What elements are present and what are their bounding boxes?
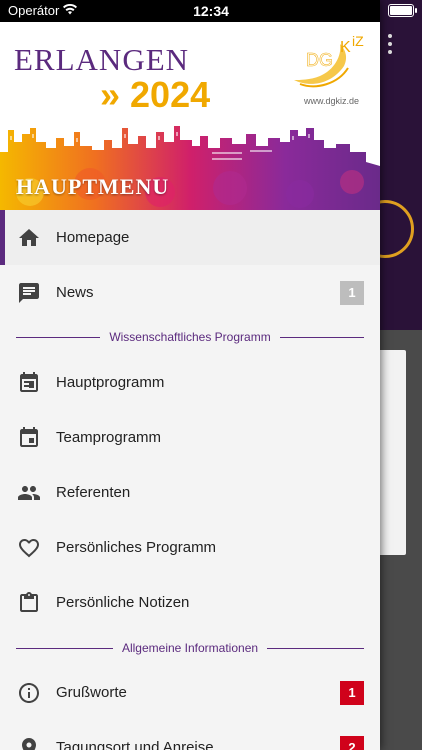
brand-title: ERLANGEN bbox=[14, 42, 190, 77]
logo-url: www.dgkiz.de bbox=[304, 96, 360, 106]
divider bbox=[16, 336, 101, 338]
menu-item-persoenliches-programm[interactable]: Persönliches Programm bbox=[0, 520, 380, 575]
menu-item-tagungsort[interactable]: Tagungsort und Anreise 2 bbox=[0, 720, 380, 750]
menu-title: HAUPTMENU bbox=[16, 174, 170, 199]
location-icon bbox=[22, 737, 36, 750]
menu-item-news[interactable]: News 1 bbox=[0, 265, 380, 320]
menu-item-label: Hauptprogramm bbox=[56, 374, 165, 391]
home-icon bbox=[19, 228, 39, 246]
calendar-icon bbox=[20, 371, 38, 392]
menu-item-label: Persönliche Notizen bbox=[56, 594, 190, 611]
clock: 12:34 bbox=[193, 3, 229, 19]
more-options-icon[interactable] bbox=[387, 34, 393, 54]
menu-item-homepage[interactable]: Homepage bbox=[0, 210, 380, 265]
menu-item-label: News bbox=[56, 284, 94, 301]
tagungsort-count-badge: 2 bbox=[340, 735, 364, 750]
menu-item-label: Teamprogramm bbox=[56, 429, 162, 446]
navigation-drawer: ERLANGEN » 2024 DG K iZ www.dgkiz.de HAU… bbox=[0, 0, 380, 750]
dgkiz-logo: DG K iZ bbox=[294, 33, 364, 88]
divider bbox=[279, 336, 365, 338]
svg-text:K: K bbox=[340, 39, 351, 56]
heart-icon bbox=[19, 538, 39, 557]
divider bbox=[267, 647, 365, 649]
drawer-header: ERLANGEN » 2024 DG K iZ www.dgkiz.de HAU… bbox=[0, 22, 380, 210]
menu-item-label: Grußworte bbox=[56, 684, 127, 701]
menu-item-teamprogramm[interactable]: Teamprogramm bbox=[0, 410, 380, 465]
section-header-general-info: Allgemeine Informationen bbox=[16, 639, 365, 657]
section-title: Allgemeine Informationen bbox=[121, 641, 259, 655]
svg-text:iZ: iZ bbox=[352, 33, 364, 49]
news-icon bbox=[19, 282, 39, 303]
menu-item-label: Referenten bbox=[56, 484, 131, 501]
calendar-event-icon bbox=[20, 426, 38, 447]
menu-item-label: Tagungsort und Anreise bbox=[56, 739, 214, 750]
section-title: Wissenschaftliches Programm bbox=[109, 330, 271, 344]
grussworte-count-badge: 1 bbox=[340, 680, 364, 705]
battery-icon bbox=[388, 4, 417, 17]
status-bar: Operátor 12:34 bbox=[0, 0, 422, 22]
brand-year: » 2024 bbox=[100, 74, 211, 115]
clipboard-icon bbox=[20, 591, 38, 612]
section-header-scientific-program: Wissenschaftliches Programm bbox=[16, 328, 365, 346]
menu-item-grussworte[interactable]: Grußworte 1 bbox=[0, 665, 380, 720]
menu-item-persoenliche-notizen[interactable]: Persönliche Notizen bbox=[0, 575, 380, 630]
svg-text:DG: DG bbox=[306, 50, 333, 70]
divider bbox=[16, 647, 113, 649]
menu-item-label: Persönliches Programm bbox=[56, 539, 217, 556]
menu-item-label: Homepage bbox=[56, 229, 130, 246]
menu-item-hauptprogramm[interactable]: Hauptprogramm bbox=[0, 355, 380, 410]
people-icon bbox=[18, 485, 40, 500]
news-count-badge: 1 bbox=[340, 280, 364, 305]
menu-item-referenten[interactable]: Referenten bbox=[0, 465, 380, 520]
info-icon bbox=[19, 682, 39, 703]
